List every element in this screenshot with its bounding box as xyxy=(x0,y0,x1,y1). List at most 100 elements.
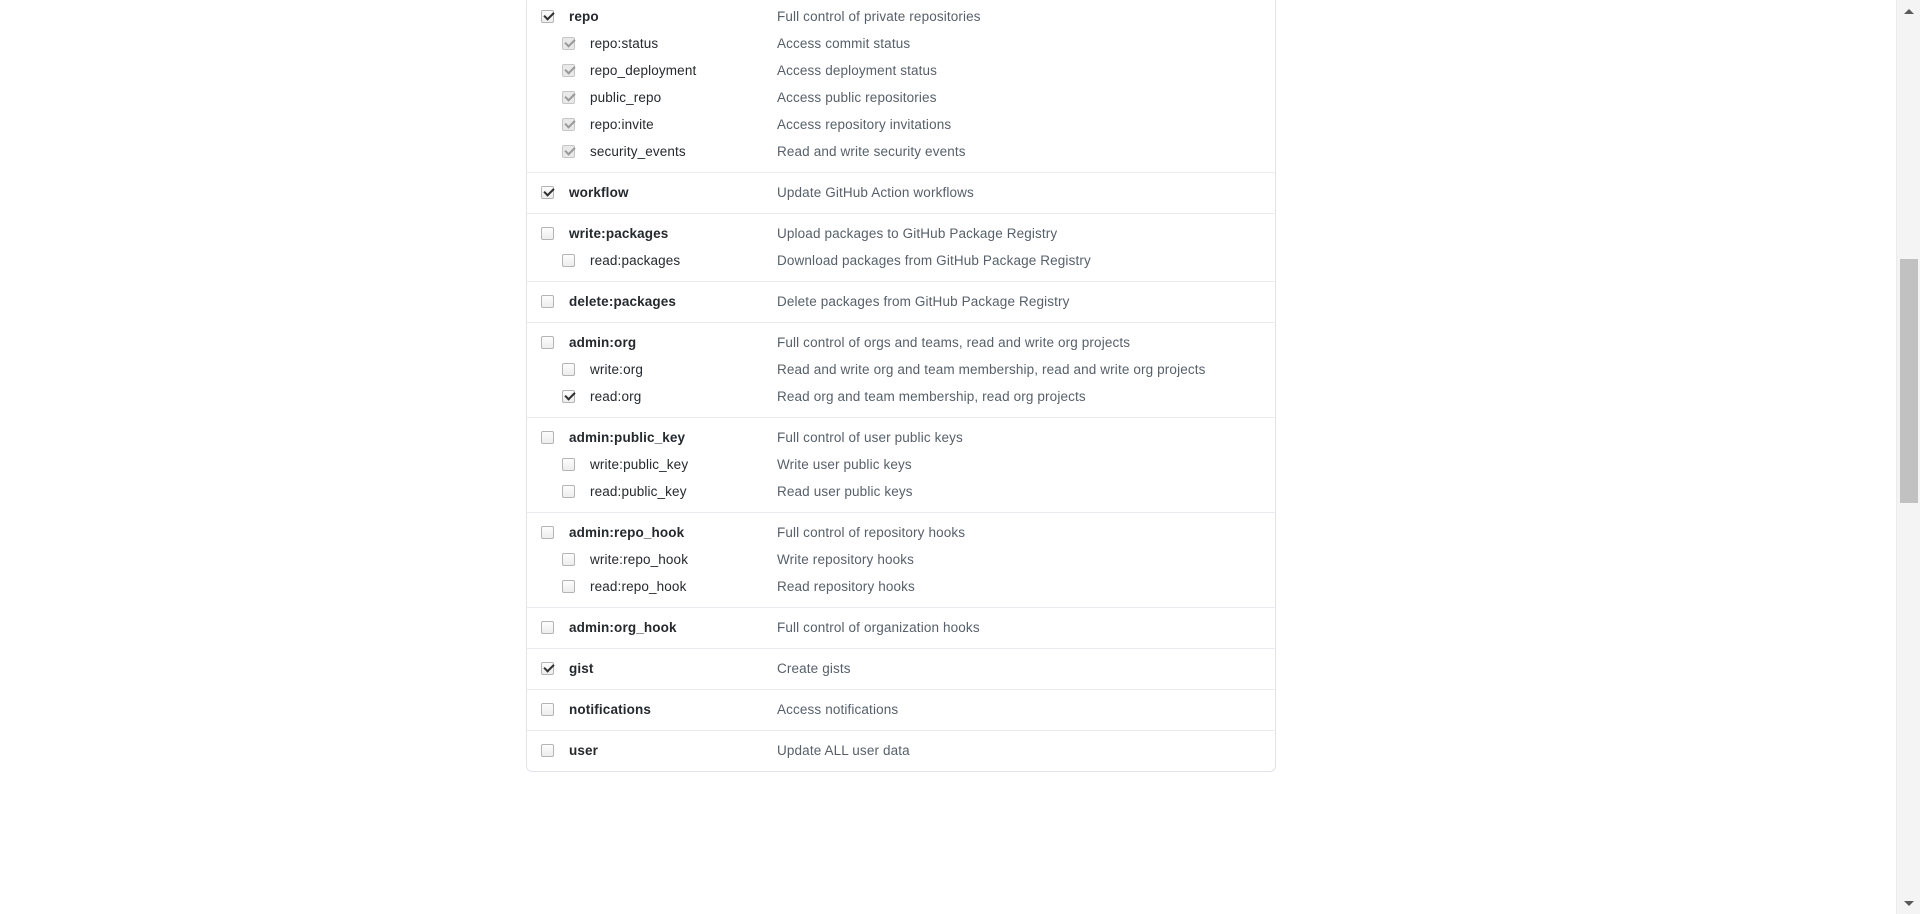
scope-row-read:packages[interactable]: read:packages Download packages from GitH… xyxy=(527,247,1275,274)
scope-group: workflow Update GitHub Action workflows xyxy=(527,173,1275,214)
scroll-down-arrow-icon[interactable] xyxy=(1897,892,1920,914)
scope-name-label[interactable]: admin:public_key xyxy=(569,430,685,445)
checkbox-workflow[interactable] xyxy=(541,186,554,199)
checkbox-user[interactable] xyxy=(541,744,554,757)
scope-name-label[interactable]: public_repo xyxy=(590,90,661,105)
checkbox-write:packages[interactable] xyxy=(541,227,554,240)
scope-name-cell: delete:packages xyxy=(569,293,777,311)
scope-name-label[interactable]: repo:invite xyxy=(590,117,654,132)
scope-checkbox-cell xyxy=(541,145,590,158)
scope-name-label[interactable]: read:repo_hook xyxy=(590,579,686,594)
checkbox-read:public_key[interactable] xyxy=(562,485,575,498)
checkbox-repo[interactable] xyxy=(541,10,554,23)
scope-name-cell: repo:invite xyxy=(590,116,777,134)
scope-name-label[interactable]: user xyxy=(569,743,598,758)
scope-name-label[interactable]: repo xyxy=(569,9,599,24)
scope-checkbox-cell xyxy=(541,621,569,634)
checkbox-read:packages[interactable] xyxy=(562,254,575,267)
scope-row-read:repo_hook[interactable]: read:repo_hook Read repository hooks xyxy=(527,573,1275,600)
scope-group: write:packages Upload packages to GitHub … xyxy=(527,214,1275,282)
checkbox-delete:packages[interactable] xyxy=(541,295,554,308)
scope-group: admin:org Full control of orgs and teams,… xyxy=(527,323,1275,418)
scope-name-cell: admin:repo_hook xyxy=(569,524,777,542)
scope-row-repo:status[interactable]: repo:status Access commit status xyxy=(527,30,1275,57)
scope-row-read:org[interactable]: read:org Read org and team membership, re… xyxy=(527,383,1275,410)
scope-name-label[interactable]: repo_deployment xyxy=(590,63,696,78)
scope-row-user[interactable]: user Update ALL user data xyxy=(527,737,1275,764)
scope-name-label[interactable]: write:repo_hook xyxy=(590,552,688,567)
checkbox-gist[interactable] xyxy=(541,662,554,675)
scope-row-admin:org_hook[interactable]: admin:org_hook Full control of organizati… xyxy=(527,614,1275,641)
scope-checkbox-cell xyxy=(541,254,590,267)
scope-row-notifications[interactable]: notifications Access notifications xyxy=(527,696,1275,723)
scope-row-write:repo_hook[interactable]: write:repo_hook Write repository hooks xyxy=(527,546,1275,573)
scope-name-label[interactable]: notifications xyxy=(569,702,651,717)
scope-description: Update GitHub Action workflows xyxy=(777,185,974,200)
scope-row-security_events[interactable]: security_events Read and write security e… xyxy=(527,138,1275,165)
scope-description: Access notifications xyxy=(777,702,899,717)
scope-checkbox-cell xyxy=(541,703,569,716)
checkbox-write:repo_hook[interactable] xyxy=(562,553,575,566)
scope-name-label[interactable]: gist xyxy=(569,661,594,676)
scope-checkbox-cell xyxy=(541,91,590,104)
scope-name-label[interactable]: security_events xyxy=(590,144,686,159)
checkbox-notifications[interactable] xyxy=(541,703,554,716)
scope-name-label[interactable]: delete:packages xyxy=(569,294,676,309)
scope-name-label[interactable]: admin:org_hook xyxy=(569,620,677,635)
scope-group: gist Create gists xyxy=(527,649,1275,690)
scope-row-write:public_key[interactable]: write:public_key Write user public keys xyxy=(527,451,1275,478)
scope-row-delete:packages[interactable]: delete:packages Delete packages from GitH… xyxy=(527,288,1275,315)
scope-row-write:org[interactable]: write:org Read and write org and team mem… xyxy=(527,356,1275,383)
scope-group: admin:repo_hook Full control of repositor… xyxy=(527,513,1275,608)
scope-name-label[interactable]: read:org xyxy=(590,389,641,404)
scope-checkbox-cell xyxy=(541,662,569,675)
scope-name-label[interactable]: write:public_key xyxy=(590,457,688,472)
checkbox-admin:org_hook[interactable] xyxy=(541,621,554,634)
scope-name-label[interactable]: read:packages xyxy=(590,253,680,268)
scope-description: Full control of orgs and teams, read and… xyxy=(777,335,1131,350)
scope-checkbox-cell xyxy=(541,458,590,471)
scope-checkbox-cell xyxy=(541,186,569,199)
scope-group: notifications Access notifications xyxy=(527,690,1275,731)
checkbox-admin:public_key[interactable] xyxy=(541,431,554,444)
scope-name-label[interactable]: workflow xyxy=(569,185,629,200)
scope-row-write:packages[interactable]: write:packages Upload packages to GitHub … xyxy=(527,220,1275,247)
scrollbar-thumb[interactable] xyxy=(1900,259,1918,503)
checkbox-write:public_key[interactable] xyxy=(562,458,575,471)
scroll-up-arrow-icon[interactable] xyxy=(1897,0,1920,22)
scope-name-cell: repo_deployment xyxy=(590,62,777,80)
scope-name-cell: write:packages xyxy=(569,225,777,243)
scope-name-label[interactable]: write:org xyxy=(590,362,643,377)
checkbox-read:org[interactable] xyxy=(562,390,575,403)
scope-row-admin:repo_hook[interactable]: admin:repo_hook Full control of repositor… xyxy=(527,519,1275,546)
scope-name-label[interactable]: repo:status xyxy=(590,36,658,51)
scope-name-label[interactable]: admin:repo_hook xyxy=(569,525,684,540)
scope-checkbox-cell xyxy=(541,526,569,539)
scope-name-label[interactable]: admin:org xyxy=(569,335,636,350)
scope-name-cell: write:org xyxy=(590,361,777,379)
checkbox-public_repo xyxy=(562,91,575,104)
scope-row-read:public_key[interactable]: read:public_key Read user public keys xyxy=(527,478,1275,505)
checkbox-read:repo_hook[interactable] xyxy=(562,580,575,593)
scope-row-admin:org[interactable]: admin:org Full control of orgs and teams,… xyxy=(527,329,1275,356)
checkbox-admin:repo_hook[interactable] xyxy=(541,526,554,539)
scope-name-label[interactable]: read:public_key xyxy=(590,484,687,499)
scope-row-repo:invite[interactable]: repo:invite Access repository invitations xyxy=(527,111,1275,138)
scope-checkbox-cell xyxy=(541,295,569,308)
checkbox-security_events xyxy=(562,145,575,158)
scope-row-repo_deployment[interactable]: repo_deployment Access deployment status xyxy=(527,57,1275,84)
scope-row-repo[interactable]: repo Full control of private repositories xyxy=(527,3,1275,30)
scope-row-admin:public_key[interactable]: admin:public_key Full control of user pub… xyxy=(527,424,1275,451)
scope-checkbox-cell xyxy=(541,336,569,349)
window-vertical-scrollbar[interactable] xyxy=(1896,0,1920,914)
scope-description: Read org and team membership, read org p… xyxy=(777,389,1086,404)
checkbox-write:org[interactable] xyxy=(562,363,575,376)
scope-group: delete:packages Delete packages from GitH… xyxy=(527,282,1275,323)
scope-group: admin:public_key Full control of user pub… xyxy=(527,418,1275,513)
scope-name-label[interactable]: write:packages xyxy=(569,226,668,241)
scope-row-workflow[interactable]: workflow Update GitHub Action workflows xyxy=(527,179,1275,206)
scope-row-public_repo[interactable]: public_repo Access public repositories xyxy=(527,84,1275,111)
checkbox-admin:org[interactable] xyxy=(541,336,554,349)
scope-row-gist[interactable]: gist Create gists xyxy=(527,655,1275,682)
scope-name-cell: notifications xyxy=(569,701,777,719)
